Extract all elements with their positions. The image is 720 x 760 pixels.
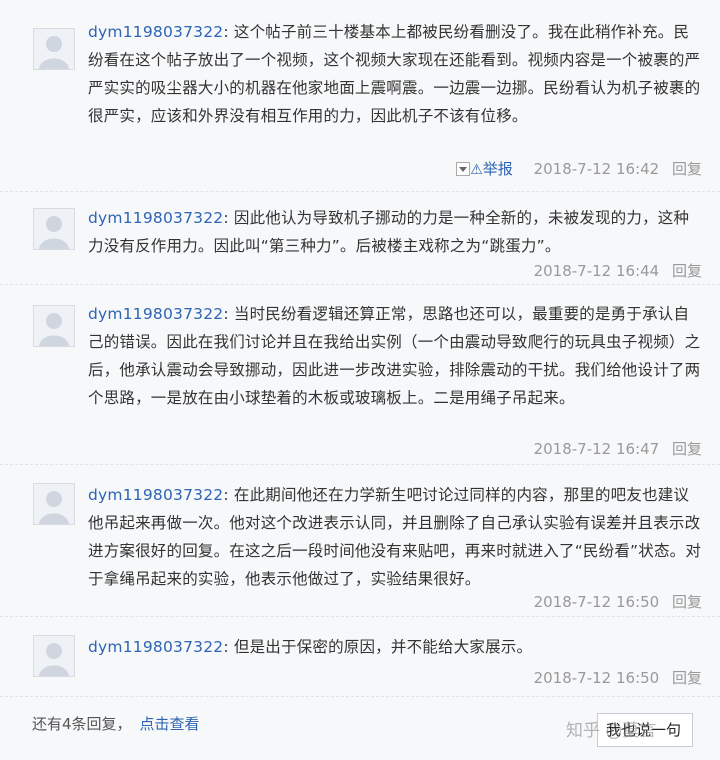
timestamp: 2018-7-12 16:50 [533,593,660,611]
comment-thread: dym1198037322: 这个帖子前三十楼基本上都被民纷看删没了。我在此稍作… [0,0,720,760]
comment-item: dym1198037322: 但是出于保密的原因，并不能给大家展示。 2018-… [0,617,720,697]
comment-body: dym1198037322: 因此他认为导致机子挪动的力是一种全新的，未被发现的… [88,204,702,260]
reply-link[interactable]: 回复 [672,262,702,280]
comment-meta: 2018-7-12 16:50 回复 [534,591,702,612]
comment-item: dym1198037322: 当时民纷看逻辑还算正常，思路也还可以，最重要的是勇… [0,285,720,465]
username-link[interactable]: dym1198037322 [88,209,223,227]
comment-item: dym1198037322: 在此期间他还在力学新生吧讨论过同样的内容，那里的吧… [0,465,720,617]
username-link[interactable]: dym1198037322 [88,23,223,41]
comment-item: dym1198037322: 因此他认为导致机子挪动的力是一种全新的，未被发现的… [0,192,720,285]
avatar-placeholder-icon [34,636,74,676]
timestamp: 2018-7-12 16:42 [533,160,660,178]
timestamp: 2018-7-12 16:50 [533,669,660,687]
avatar[interactable] [33,208,75,250]
comment-meta: 2018-7-12 16:50 回复 [534,667,702,688]
timestamp: 2018-7-12 16:44 [533,262,660,280]
comment-item: dym1198037322: 这个帖子前三十楼基本上都被民纷看删没了。我在此稍作… [0,0,720,192]
report-link[interactable]: ⚠举报 [470,160,513,178]
avatar-placeholder-icon [34,209,74,249]
comment-meta: 2018-7-12 16:44 回复 [534,260,702,281]
timestamp: 2018-7-12 16:47 [533,440,660,458]
avatar[interactable] [33,28,75,70]
username-link[interactable]: dym1198037322 [88,486,223,504]
comment-body: dym1198037322: 在此期间他还在力学新生吧讨论过同样的内容，那里的吧… [88,481,702,593]
avatar[interactable] [33,305,75,347]
avatar-placeholder-icon [34,306,74,346]
reply-link[interactable]: 回复 [672,440,702,458]
comment-meta: 2018-7-12 16:47 回复 [534,438,702,459]
more-replies-count: 还有4条回复， [32,715,132,733]
reply-link[interactable]: 回复 [672,593,702,611]
comment-text: : 但是出于保密的原因，并不能给大家展示。 [223,638,533,656]
dropdown-icon[interactable] [456,162,471,176]
reply-button[interactable]: 我也说一句 [597,713,693,747]
reply-link[interactable]: 回复 [672,669,702,687]
comment-body: dym1198037322: 这个帖子前三十楼基本上都被民纷看删没了。我在此稍作… [88,18,702,130]
avatar-placeholder-icon [34,29,74,69]
view-more-link[interactable]: 点击查看 [140,715,200,733]
avatar[interactable] [33,635,75,677]
report-label: 举报 [482,160,513,178]
comment-meta: ⚠举报 2018-7-12 16:42 回复 [456,158,702,179]
username-link[interactable]: dym1198037322 [88,638,223,656]
avatar-placeholder-icon [34,484,74,524]
comment-body: dym1198037322: 当时民纷看逻辑还算正常，思路也还可以，最重要的是勇… [88,300,702,412]
comment-body: dym1198037322: 但是出于保密的原因，并不能给大家展示。 [88,633,702,661]
warning-icon: ⚠ [470,162,483,178]
more-replies-bar: 还有4条回复， 点击查看 [32,713,200,734]
avatar[interactable] [33,483,75,525]
reply-link[interactable]: 回复 [672,160,702,178]
username-link[interactable]: dym1198037322 [88,305,223,323]
